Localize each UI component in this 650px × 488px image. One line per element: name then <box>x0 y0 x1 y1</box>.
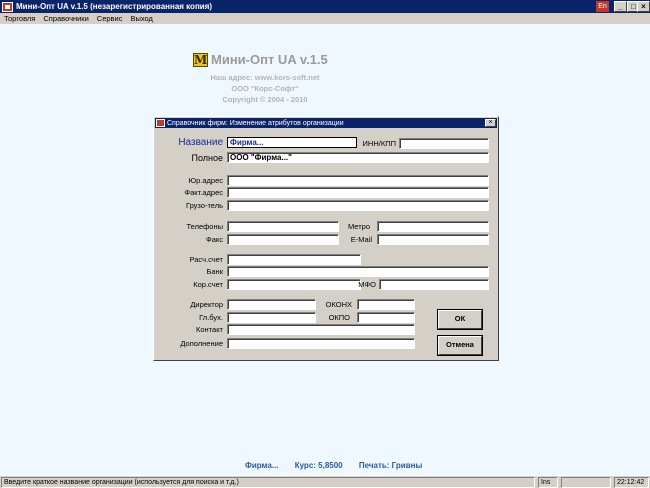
fax-field[interactable] <box>227 234 339 245</box>
consignee-label: Грузо-тель <box>185 201 223 210</box>
dialog-close-button[interactable]: × <box>485 119 496 127</box>
contact-label: Контакт <box>195 325 223 334</box>
metro-field[interactable] <box>377 221 489 232</box>
current-firm: Фирма... <box>245 461 279 470</box>
okpo-label: ОКПО <box>328 313 350 322</box>
corr-account-label: Кор.счет <box>193 280 223 289</box>
consignee-field[interactable] <box>227 200 489 211</box>
mfo-field[interactable] <box>379 279 489 290</box>
addition-field[interactable] <box>227 338 415 349</box>
window-title: Мини-Опт UA v.1.5 (незарегистрированная … <box>16 2 213 11</box>
chief-accountant-label: Гл.бух. <box>199 313 223 322</box>
chief-accountant-field[interactable] <box>227 312 316 323</box>
status-time: 22:12:42 <box>614 477 649 488</box>
full-name-label: Полное <box>191 153 223 163</box>
logo-icon: M <box>193 52 208 67</box>
menu-item-trade[interactable]: Торговля <box>4 14 35 23</box>
email-field[interactable] <box>377 234 489 245</box>
company-name: ООО "Корс-Софт" <box>231 84 299 93</box>
bank-label: Банк <box>206 267 223 276</box>
close-button[interactable]: × <box>637 1 650 12</box>
inn-field[interactable] <box>399 138 489 149</box>
addition-label: Дополнение <box>180 339 223 348</box>
account-label: Расч.счет <box>189 255 223 264</box>
inn-label: ИНН/КПП <box>362 139 396 148</box>
edit-organization-dialog: Справочник фирм: Изменение атрибутов орг… <box>153 116 499 361</box>
status-empty-cell <box>561 477 611 488</box>
app-icon[interactable] <box>2 1 13 12</box>
name-label: Название <box>178 137 223 148</box>
actual-address-field[interactable] <box>227 187 489 198</box>
website-address: Наш адрес: www.kors-soft.net <box>210 73 320 82</box>
corr-account-field[interactable] <box>227 279 361 290</box>
dialog-icon <box>156 119 165 127</box>
status-hint: Введите краткое название организации (ис… <box>1 477 535 488</box>
exchange-rate: Курс: 5,8500 <box>294 461 343 470</box>
legal-address-label: Юр.адрес <box>188 176 223 185</box>
print-currency: Печать: Гривны <box>358 461 423 470</box>
okonh-field[interactable] <box>357 299 415 310</box>
actual-address-label: Факт.адрес <box>184 188 223 197</box>
dialog-title-bar: Справочник фирм: Изменение атрибутов орг… <box>155 118 497 128</box>
name-field[interactable]: Фирма... <box>227 137 357 148</box>
copyright: Copyright © 2004 - 2010 <box>222 95 308 104</box>
bank-field[interactable] <box>227 266 489 277</box>
mfo-label: МФО <box>358 280 376 289</box>
director-field[interactable] <box>227 299 316 310</box>
language-indicator[interactable]: En <box>596 1 609 12</box>
director-label: Директор <box>190 300 223 309</box>
okpo-field[interactable] <box>357 312 415 323</box>
metro-label: Метро <box>347 222 370 231</box>
product-logo: M Мини-Опт UA v.1.5 <box>193 52 328 67</box>
legal-address-field[interactable] <box>227 175 489 186</box>
product-name: Мини-Опт UA v.1.5 <box>211 52 328 67</box>
menu-item-exit[interactable]: Выход <box>130 14 152 23</box>
contact-field[interactable] <box>227 324 415 335</box>
window-title-bar: Мини-Опт UA v.1.5 (незарегистрированная … <box>0 0 650 13</box>
status-insert-mode: Ins <box>538 477 558 488</box>
cancel-button[interactable]: Отмена <box>437 335 483 356</box>
account-field[interactable] <box>227 254 361 265</box>
fax-label: Факс <box>206 235 223 244</box>
menu-item-references[interactable]: Справочники <box>43 14 88 23</box>
okonh-label: ОКОНХ <box>325 300 352 309</box>
full-name-field[interactable]: ООО "Фирма..." <box>227 152 489 163</box>
status-bar: Введите краткое название организации (ис… <box>0 475 650 488</box>
bottom-info-bar: Фирма... Курс: 5,8500 Печать: Гривны <box>245 461 436 470</box>
minimize-button[interactable]: _ <box>614 1 627 12</box>
email-label: E-Mail <box>350 235 372 244</box>
dialog-title: Справочник фирм: Изменение атрибутов орг… <box>167 119 344 127</box>
menu-item-service[interactable]: Сервис <box>97 14 123 23</box>
menu-bar: Торговля Справочники Сервис Выход <box>0 13 650 24</box>
phones-field[interactable] <box>227 221 339 232</box>
ok-button[interactable]: ОК <box>437 309 483 330</box>
phones-label: Телефоны <box>186 222 223 231</box>
